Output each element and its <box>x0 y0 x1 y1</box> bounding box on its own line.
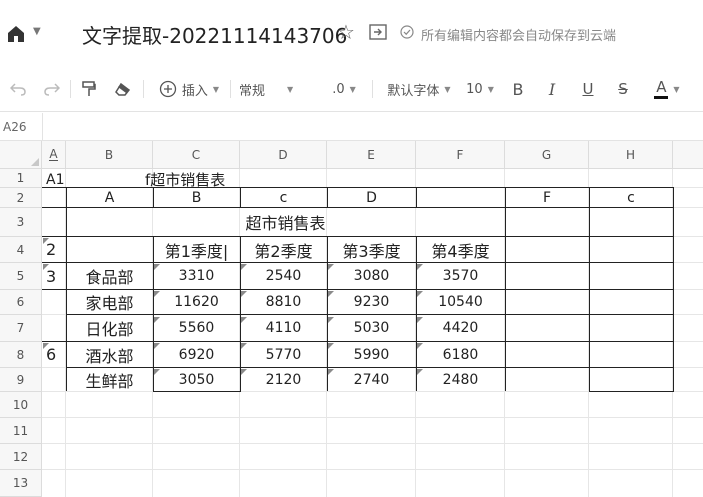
row-header-13[interactable]: 13 <box>0 470 42 497</box>
save-status: 所有编辑内容都会自动保存到云端 <box>421 29 617 44</box>
q2-cell[interactable]: 4110 <box>240 315 327 341</box>
q1-cell[interactable]: 3310 <box>153 263 240 289</box>
cell-c2[interactable]: B <box>153 188 240 207</box>
column-header-a[interactable]: A <box>42 141 66 169</box>
font-family-select[interactable]: 默认字体 ▼ <box>384 66 454 112</box>
column-header-f[interactable]: F <box>416 141 505 169</box>
home-icon[interactable] <box>6 24 26 44</box>
number-format-label: 常规 <box>239 83 266 99</box>
q3-cell[interactable]: 5030 <box>327 315 416 341</box>
q1-cell[interactable]: 11620 <box>153 290 240 314</box>
header-q4-cell[interactable]: 第4季度 <box>416 237 505 262</box>
column-header-g[interactable]: G <box>505 141 589 169</box>
cell-a1[interactable]: A1 <box>42 171 82 188</box>
q3-cell[interactable]: 5990 <box>327 342 416 367</box>
row-header-3[interactable]: 3 <box>0 208 42 237</box>
column-header-i[interactable] <box>673 141 703 169</box>
q2-cell[interactable]: 2540 <box>240 263 327 289</box>
italic-button[interactable]: I <box>541 66 563 112</box>
spreadsheet-grid[interactable]: A B C D E F G H 1 2 3 4 5 6 7 8 9 10 11 … <box>0 141 703 497</box>
column-header-d[interactable]: D <box>240 141 327 169</box>
q1-cell[interactable]: 6920 <box>153 342 240 367</box>
q4-cell[interactable]: 2480 <box>416 368 505 391</box>
row-header-2[interactable]: 2 <box>0 188 42 208</box>
insert-label: 插入 <box>181 83 208 99</box>
saved-check-icon <box>400 25 414 39</box>
cell-e2[interactable]: D <box>327 188 416 207</box>
row-header-11[interactable]: 11 <box>0 418 42 444</box>
redo-icon[interactable] <box>40 66 64 112</box>
q3-cell[interactable]: 3080 <box>327 263 416 289</box>
q2-cell[interactable]: 8810 <box>240 290 327 314</box>
dept-cell[interactable]: 食品部 <box>66 263 153 289</box>
format-painter-icon[interactable] <box>78 66 100 112</box>
q4-cell[interactable]: 10540 <box>416 290 505 314</box>
row-header-9[interactable]: 9 <box>0 368 42 392</box>
row-header-6[interactable]: 6 <box>0 290 42 315</box>
font-size-select[interactable]: 10 ▼ <box>462 66 498 112</box>
cell-d2[interactable]: c <box>240 188 327 207</box>
dept-cell[interactable]: 酒水部 <box>66 342 153 367</box>
q1-cell[interactable]: 3050 <box>153 368 240 391</box>
row-header-8[interactable]: 8 <box>0 342 42 368</box>
row-header-7[interactable]: 7 <box>0 315 42 342</box>
row-header-4[interactable]: 4 <box>0 237 42 263</box>
dept-cell[interactable]: 家电部 <box>66 290 153 314</box>
clear-format-icon[interactable] <box>112 66 134 112</box>
star-icon[interactable]: ☆ <box>337 20 355 44</box>
row-header-5[interactable]: 5 <box>0 263 42 290</box>
header-q3-cell[interactable]: 第3季度 <box>327 237 416 262</box>
home-menu-caret-icon[interactable]: ▼ <box>33 26 41 37</box>
select-all-corner[interactable] <box>0 141 42 169</box>
decimal-places-select[interactable]: .0 ▼ <box>327 66 361 112</box>
underline-button[interactable]: U <box>577 66 599 112</box>
cell-h2[interactable]: c <box>589 188 673 207</box>
text-color-button[interactable]: A ▼ <box>647 66 687 112</box>
title-bar: ▼ 文字提取-20221114143706 ☆ 所有编辑内容都会自动保存到云端 <box>0 0 703 66</box>
q3-cell[interactable]: 9230 <box>327 290 416 314</box>
move-to-folder-icon[interactable] <box>369 24 387 40</box>
column-header-c[interactable]: C <box>153 141 240 169</box>
column-header-b[interactable]: B <box>66 141 153 169</box>
row-header-10[interactable]: 10 <box>0 392 42 418</box>
q4-cell[interactable]: 4420 <box>416 315 505 341</box>
name-box[interactable]: A26 <box>3 120 26 134</box>
q2-cell[interactable]: 5770 <box>240 342 327 367</box>
cell-a8[interactable]: 6 <box>42 342 66 367</box>
header-q2-cell[interactable]: 第2季度 <box>240 237 327 262</box>
bold-button[interactable]: B <box>507 66 529 112</box>
decimal-label: .0 <box>332 81 345 97</box>
document-title[interactable]: 文字提取-20221114143706 <box>82 20 347 49</box>
q4-cell[interactable]: 6180 <box>416 342 505 367</box>
number-format-select[interactable]: 常规 ▼ <box>239 66 307 112</box>
dept-cell[interactable]: 生鲜部 <box>66 368 153 391</box>
row-header-1[interactable]: 1 <box>0 169 42 188</box>
q2-cell[interactable]: 2120 <box>240 368 327 391</box>
undo-icon[interactable] <box>6 66 30 112</box>
table-title-cell[interactable]: 超市销售表 <box>66 208 505 236</box>
plus-circle-icon <box>159 80 177 98</box>
font-family-label: 默认字体 <box>387 83 440 99</box>
insert-menu[interactable]: 插入 ▼ <box>155 66 223 112</box>
cell-c1[interactable]: f超市销售表 <box>145 171 245 189</box>
cell-g2[interactable]: F <box>505 188 589 207</box>
toolbar: 插入 ▼ 常规 ▼ .0 ▼ 默认字体 ▼ 10 ▼ B I U S A ▼ <box>0 66 703 112</box>
font-size-label: 10 <box>466 81 483 97</box>
row-header-12[interactable]: 12 <box>0 444 42 470</box>
q4-cell[interactable]: 3570 <box>416 263 505 289</box>
cell-a5[interactable]: 3 <box>42 263 66 289</box>
q1-cell[interactable]: 5560 <box>153 315 240 341</box>
cell-b2[interactable]: A <box>66 188 153 207</box>
column-header-h[interactable]: H <box>589 141 673 169</box>
cell-a4[interactable]: 2 <box>42 237 66 262</box>
column-header-e[interactable]: E <box>327 141 416 169</box>
q3-cell[interactable]: 2740 <box>327 368 416 391</box>
formula-bar: A26 <box>0 113 703 141</box>
dept-cell[interactable]: 日化部 <box>66 315 153 341</box>
header-q1-cell[interactable]: 第1季度| <box>153 237 240 262</box>
strikethrough-button[interactable]: S <box>612 66 634 112</box>
